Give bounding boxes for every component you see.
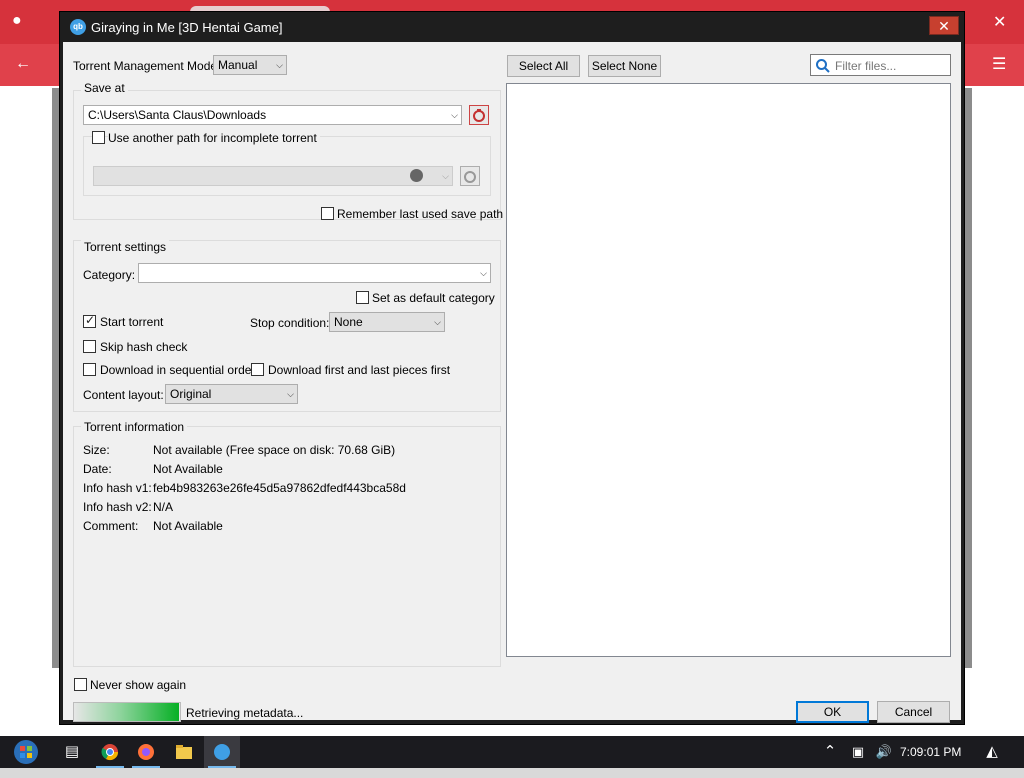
sequential-label: Download in sequential order xyxy=(100,363,256,377)
filter-files-placeholder: Filter files... xyxy=(835,59,897,73)
taskbar-firefox[interactable] xyxy=(128,736,164,768)
info-hash-v2-value: N/A xyxy=(153,500,174,514)
first-last-checkbox[interactable] xyxy=(251,363,264,376)
torrent-settings-label: Torrent settings xyxy=(81,240,170,254)
category-combo[interactable]: ⌵ xyxy=(138,263,491,283)
title-bar[interactable]: qb Giraying in Me [3D Hentai Game] ✕ xyxy=(60,12,964,42)
taskbar-chrome[interactable] xyxy=(92,736,128,768)
chevron-down-icon: ⌵ xyxy=(287,389,294,399)
dialog-title: Giraying in Me [3D Hentai Game] xyxy=(91,20,283,35)
torrent-info-group xyxy=(73,426,501,667)
incomplete-path-checkbox[interactable] xyxy=(92,131,105,144)
clock[interactable]: 7:09:01 PM xyxy=(900,745,961,759)
search-icon xyxy=(816,59,830,73)
add-torrent-dialog: qb Giraying in Me [3D Hentai Game] ✕ Tor… xyxy=(60,12,964,724)
network-icon: ▣ xyxy=(851,744,865,759)
default-category-checkbox[interactable] xyxy=(356,291,369,304)
save-at-label: Save at xyxy=(81,81,128,95)
content-layout-select[interactable]: Original ⌵ xyxy=(165,384,298,404)
first-last-label: Download first and last pieces first xyxy=(268,363,451,377)
taskbar-qbittorrent[interactable] xyxy=(204,736,240,768)
firefox-icon xyxy=(138,744,154,760)
close-button[interactable]: ✕ xyxy=(929,16,959,35)
start-torrent-checkbox[interactable] xyxy=(83,313,96,328)
info-hash-v1-key: Info hash v1: xyxy=(83,481,152,495)
stop-condition-label: Stop condition: xyxy=(250,316,330,330)
start-button[interactable] xyxy=(8,736,44,768)
info-hash-v1-value: feb4b983263e26fe45d5a97862dfedf443bca58d xyxy=(153,481,406,495)
status-text: Retrieving metadata... xyxy=(186,706,304,720)
qbittorrent-icon xyxy=(214,744,230,760)
size-value: Not available (Free space on disk: 70.68… xyxy=(153,443,396,457)
taskbar: ▤ ⌃ ▣ 🔊 7:09:01 PM ◭ xyxy=(0,736,1024,768)
select-none-button[interactable]: Select None xyxy=(588,55,661,77)
info-icon xyxy=(410,169,423,182)
volume-icon: 🔊 xyxy=(875,744,893,759)
progress-fill xyxy=(74,703,179,721)
refresh-folder-icon xyxy=(473,109,485,122)
tray-overflow-button[interactable]: ⌃ xyxy=(818,736,842,768)
notification-icon: ◭ xyxy=(986,743,998,760)
category-label: Category: xyxy=(83,268,136,282)
refresh-folder-icon xyxy=(464,171,476,183)
content-layout-value: Original xyxy=(170,387,212,401)
qbittorrent-app-icon: qb xyxy=(70,19,86,35)
never-show-label: Never show again xyxy=(90,678,187,692)
torrent-management-value: Manual xyxy=(218,58,258,72)
incomplete-path-label: Use another path for incomplete torrent xyxy=(108,131,320,145)
save-path-value: C:\Users\Santa Claus\Downloads xyxy=(88,108,267,122)
start-torrent-label: Start torrent xyxy=(100,315,164,329)
browse-incomplete-button[interactable] xyxy=(460,166,480,186)
stop-condition-select[interactable]: None ⌵ xyxy=(329,312,445,332)
skip-hash-checkbox[interactable] xyxy=(83,340,96,353)
chevron-down-icon: ⌵ xyxy=(480,268,487,278)
torrent-info-label: Torrent information xyxy=(81,420,188,434)
chevron-down-icon: ⌵ xyxy=(434,317,441,327)
filter-files-input[interactable]: Filter files... xyxy=(810,54,951,76)
info-hash-v2-key: Info hash v2: xyxy=(83,500,152,514)
date-value: Not Available xyxy=(153,462,223,476)
action-center-button[interactable]: ◭ xyxy=(978,736,1006,768)
torrent-management-select[interactable]: Manual ⌵ xyxy=(213,55,287,75)
chevron-down-icon: ⌵ xyxy=(276,60,283,70)
sequential-checkbox[interactable] xyxy=(83,363,96,376)
skip-hash-label: Skip hash check xyxy=(100,340,188,354)
select-all-button[interactable]: Select All xyxy=(507,55,580,77)
file-tree-view[interactable] xyxy=(506,83,951,657)
back-arrow-icon[interactable]: ← xyxy=(15,55,31,73)
ok-button[interactable]: OK xyxy=(796,701,869,723)
default-category-label: Set as default category xyxy=(372,291,495,305)
dialog-client-area: Torrent Management Mode: Manual ⌵ Save a… xyxy=(63,42,961,723)
save-path-combo[interactable]: C:\Users\Santa Claus\Downloads ⌵ xyxy=(83,105,462,125)
task-view-button[interactable]: ▤ xyxy=(54,736,90,768)
size-key: Size: xyxy=(83,443,110,457)
taskbar-file-explorer[interactable] xyxy=(166,736,202,768)
remember-path-label: Remember last used save path xyxy=(337,207,504,221)
browse-folder-button[interactable] xyxy=(469,105,489,125)
date-key: Date: xyxy=(83,462,112,476)
task-view-icon: ▤ xyxy=(64,743,80,760)
comment-key: Comment: xyxy=(83,519,139,533)
metadata-progress-bar xyxy=(73,702,181,722)
stop-condition-value: None xyxy=(334,315,363,329)
browser-close-icon[interactable]: ✕ xyxy=(993,12,1006,32)
cancel-button[interactable]: Cancel xyxy=(877,701,950,723)
never-show-checkbox[interactable] xyxy=(74,678,87,691)
content-layout-label: Content layout: xyxy=(83,388,164,402)
chrome-icon xyxy=(101,744,119,761)
network-button[interactable]: ▣ xyxy=(846,736,870,768)
start-orb-icon xyxy=(14,740,38,764)
file-explorer-icon xyxy=(176,745,192,759)
chevron-down-icon: ⌵ xyxy=(451,110,458,120)
torrent-management-label: Torrent Management Mode: xyxy=(73,59,221,73)
chevron-up-icon: ⌃ xyxy=(823,743,837,760)
volume-button[interactable]: 🔊 xyxy=(872,736,896,768)
incomplete-path-combo[interactable]: ⌵ xyxy=(93,166,453,186)
firefox-logo-icon: ● xyxy=(12,12,22,29)
menu-icon[interactable]: ☰ xyxy=(992,54,1006,74)
chevron-down-icon: ⌵ xyxy=(442,171,449,181)
remember-path-checkbox[interactable] xyxy=(321,207,334,220)
comment-value: Not Available xyxy=(153,519,223,533)
